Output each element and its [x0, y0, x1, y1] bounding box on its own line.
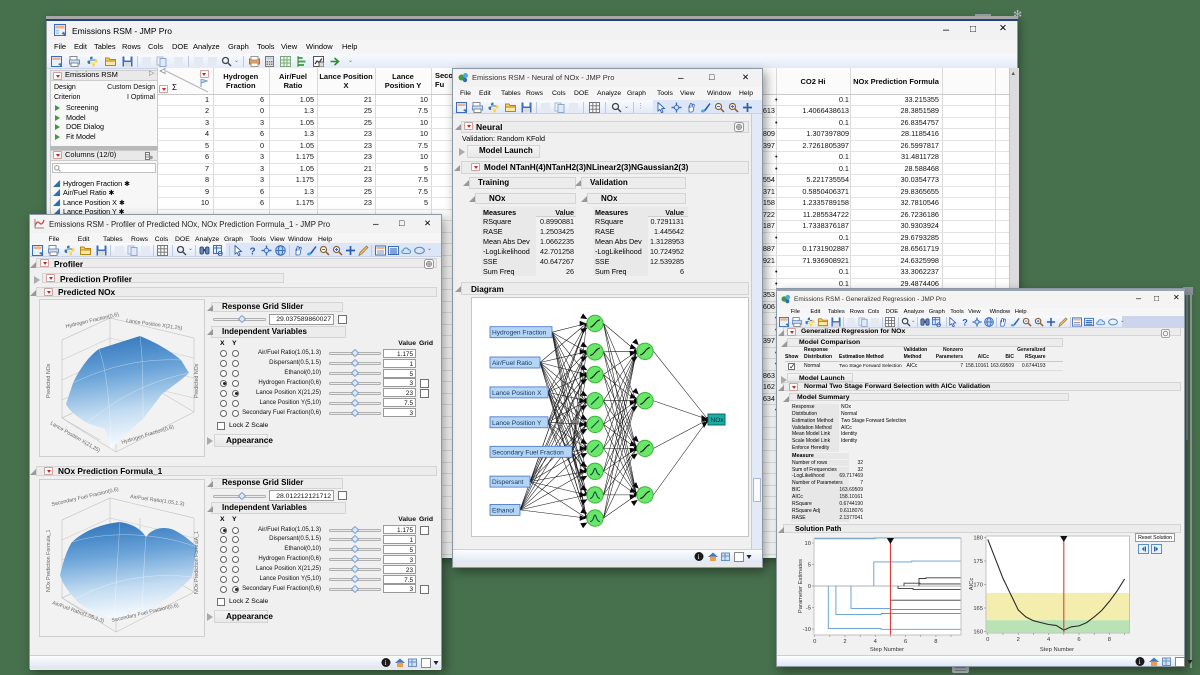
svg-text:Hydrogen Fraction: Hydrogen Fraction: [492, 330, 547, 337]
svg-text:i: i: [385, 659, 387, 667]
svg-text:2: 2: [843, 639, 846, 645]
svg-text:Lance Position Y: Lance Position Y: [492, 420, 542, 427]
svg-text:180: 180: [973, 536, 983, 542]
svg-text:2: 2: [1017, 637, 1020, 643]
svg-text:i: i: [698, 553, 700, 561]
svg-text:NOx: NOx: [711, 417, 725, 424]
svg-text:Step Number: Step Number: [1040, 647, 1074, 653]
svg-text:Dispersant: Dispersant: [492, 479, 524, 486]
svg-text:?: ?: [250, 246, 256, 256]
svg-text:5: 5: [808, 563, 811, 569]
svg-text:0: 0: [986, 637, 989, 643]
svg-text:8: 8: [1108, 637, 1111, 643]
svg-text:?: ?: [962, 318, 968, 327]
svg-text:175: 175: [973, 559, 983, 565]
svg-text:160: 160: [973, 630, 983, 636]
svg-text:Predicted NOx: Predicted NOx: [46, 363, 52, 398]
svg-text:Hydrogen Fraction(0,6): Hydrogen Fraction(0,6): [65, 312, 120, 330]
svg-text:Step Number: Step Number: [870, 647, 904, 653]
svg-text:10: 10: [805, 541, 811, 547]
svg-text:Lance Position X(21,25): Lance Position X(21,25): [126, 318, 183, 332]
svg-text:Parameter Estimates: Parameter Estimates: [798, 559, 804, 613]
svg-text:Air/Fuel Ratio(1.05,1.3): Air/Fuel Ratio(1.05,1.3): [130, 494, 185, 508]
svg-text:Q: Q: [218, 251, 224, 256]
svg-text:165: 165: [973, 606, 983, 612]
svg-text:AICc: AICc: [969, 578, 975, 591]
svg-text:NOx Prediction Formula_1: NOx Prediction Formula_1: [46, 530, 52, 592]
svg-text:8: 8: [934, 639, 937, 645]
svg-text:Ethanol: Ethanol: [492, 507, 515, 514]
svg-text:4: 4: [874, 639, 878, 645]
svg-text:6: 6: [1077, 637, 1080, 643]
svg-text:Air/Fuel Ratio: Air/Fuel Ratio: [492, 360, 532, 367]
svg-text:-10: -10: [803, 627, 811, 633]
svg-text:Predicted NOx: Predicted NOx: [194, 363, 200, 398]
svg-text:0: 0: [808, 584, 811, 590]
svg-text:Lance Position X: Lance Position X: [492, 390, 542, 397]
svg-text:0: 0: [813, 639, 816, 645]
svg-text:-5: -5: [806, 606, 811, 612]
svg-text:4: 4: [1047, 637, 1051, 643]
svg-text:NOx Prediction FormulA_1: NOx Prediction FormulA_1: [194, 531, 200, 594]
svg-text:6: 6: [904, 639, 907, 645]
svg-text:Secondary Fuel Fraction: Secondary Fuel Fraction: [492, 449, 564, 456]
svg-text:Secondary Fuel Fraction(0,6): Secondary Fuel Fraction(0,6): [51, 487, 119, 508]
svg-text:i: i: [1139, 658, 1141, 666]
